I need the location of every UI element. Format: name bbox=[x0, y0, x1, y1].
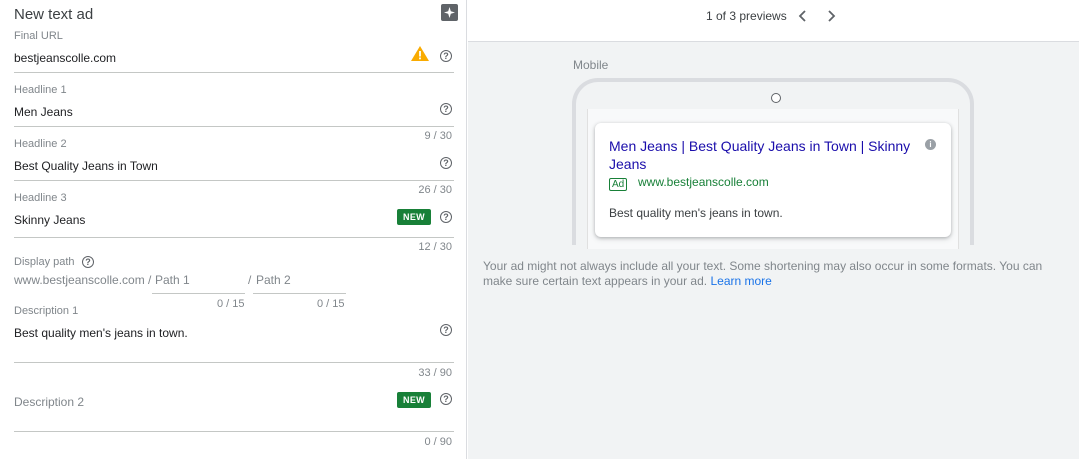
display-path-base: www.bestjeanscolle.com / bbox=[14, 273, 152, 287]
help-icon[interactable]: ? bbox=[440, 50, 452, 62]
path1-counter: 0 / 15 bbox=[217, 298, 245, 310]
headline1-label: Headline 1 bbox=[14, 84, 67, 96]
ad-display-url: www.bestjeanscolle.com bbox=[638, 175, 769, 189]
headline1-input[interactable]: Men Jeans bbox=[14, 105, 73, 119]
headline3-input[interactable]: Skinny Jeans bbox=[14, 213, 85, 227]
chevron-left-icon[interactable] bbox=[795, 8, 811, 24]
new-badge: NEW bbox=[397, 392, 431, 408]
headline3-underline bbox=[14, 237, 454, 238]
chevron-right-icon[interactable] bbox=[823, 8, 839, 24]
final-url-label: Final URL bbox=[14, 30, 63, 42]
display-path-label-text: Display path bbox=[14, 256, 75, 268]
ad-preview-card: Men Jeans | Best Quality Jeans in Town |… bbox=[595, 123, 951, 237]
preview-toolbar: 1 of 3 previews bbox=[468, 0, 1079, 42]
camera-icon bbox=[771, 93, 781, 103]
path2-underline bbox=[253, 293, 346, 294]
headline1-counter: 9 / 30 bbox=[424, 130, 452, 142]
ad-description: Best quality men's jeans in town. bbox=[609, 206, 783, 220]
form-title: New text ad bbox=[14, 6, 94, 23]
headline2-underline bbox=[14, 180, 454, 181]
headline3-label: Headline 3 bbox=[14, 192, 67, 204]
ad-headline[interactable]: Men Jeans | Best Quality Jeans in Town |… bbox=[609, 137, 927, 173]
path2-counter: 0 / 15 bbox=[317, 298, 345, 310]
description1-underline bbox=[14, 362, 454, 363]
help-icon[interactable]: ? bbox=[440, 393, 452, 405]
description2-underline bbox=[14, 431, 454, 432]
path-separator: / bbox=[248, 273, 252, 287]
description2-counter: 0 / 90 bbox=[424, 436, 452, 448]
path2-input[interactable]: Path 2 bbox=[256, 273, 291, 287]
final-url-input[interactable]: bestjeanscolle.com bbox=[14, 51, 116, 65]
help-icon[interactable]: ? bbox=[440, 103, 452, 115]
headline1-underline bbox=[14, 126, 454, 127]
path1-input[interactable]: Path 1 bbox=[155, 273, 190, 287]
help-icon[interactable]: ? bbox=[440, 157, 452, 169]
learn-more-link[interactable]: Learn more bbox=[710, 274, 771, 288]
ad-badge: Ad bbox=[609, 178, 628, 191]
description1-counter: 33 / 90 bbox=[418, 367, 452, 379]
description1-input[interactable]: Best quality men's jeans in town. bbox=[14, 326, 188, 340]
help-icon[interactable]: ? bbox=[440, 324, 452, 336]
sparkle-icon[interactable] bbox=[441, 4, 458, 21]
final-url-underline bbox=[14, 72, 454, 73]
help-icon[interactable]: ? bbox=[440, 211, 452, 223]
preview-count: 1 of 3 previews bbox=[706, 9, 787, 23]
display-path-label: Display path bbox=[14, 256, 75, 268]
description2-input[interactable]: Description 2 bbox=[14, 395, 84, 409]
headline2-label: Headline 2 bbox=[14, 138, 67, 150]
path1-underline bbox=[152, 293, 245, 294]
info-icon[interactable]: i bbox=[925, 139, 936, 150]
device-label: Mobile bbox=[573, 58, 609, 72]
headline2-input[interactable]: Best Quality Jeans in Town bbox=[14, 159, 158, 173]
preview-note: Your ad might not always include all you… bbox=[483, 259, 1073, 289]
ad-form-panel: New text ad Final URL bestjeanscolle.com… bbox=[0, 0, 467, 459]
warning-icon[interactable] bbox=[410, 45, 430, 62]
description1-label: Description 1 bbox=[14, 305, 79, 317]
headline3-counter: 12 / 30 bbox=[418, 241, 452, 253]
new-badge: NEW bbox=[397, 209, 431, 225]
preview-panel: 1 of 3 previews Mobile Men Jeans | Best … bbox=[468, 0, 1079, 459]
headline2-counter: 26 / 30 bbox=[418, 184, 452, 196]
help-icon[interactable]: ? bbox=[82, 256, 94, 268]
